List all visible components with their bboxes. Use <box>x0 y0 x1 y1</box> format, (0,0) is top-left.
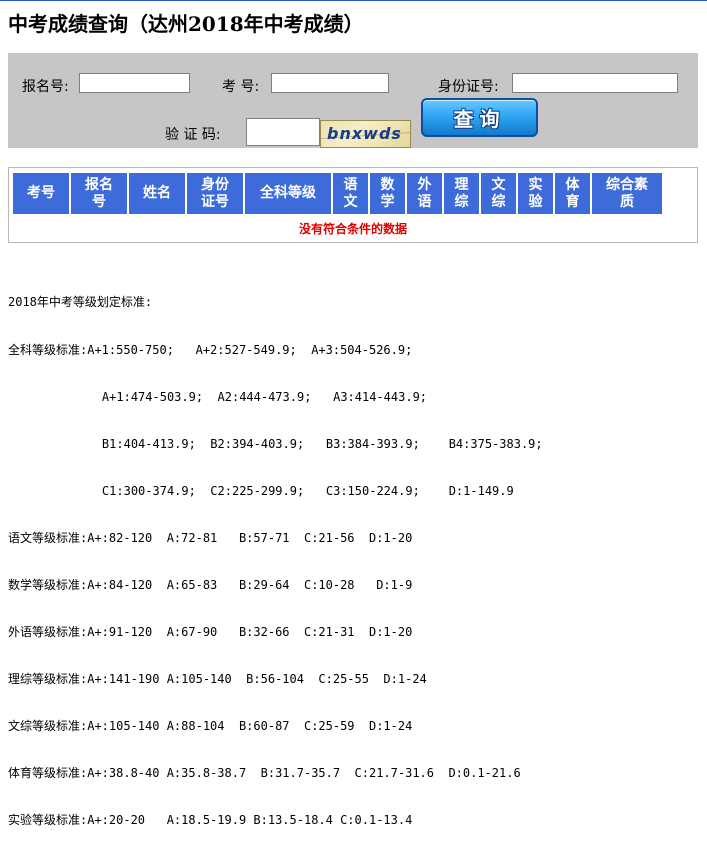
header-exam-id: 考号 <box>13 173 69 214</box>
header-label: 外语 <box>417 176 432 210</box>
standards-line: 体育等级标准:A+:38.8-40 A:35.8-38.7 B:31.7-35.… <box>8 766 521 781</box>
candidate-number-label: 考 号: <box>222 79 260 95</box>
header-math: 数学 <box>370 173 405 214</box>
header-pe: 体育 <box>555 173 590 214</box>
header-label: 体育 <box>565 176 580 210</box>
query-button-label: 查询 <box>453 107 506 131</box>
standards-line: 理综等级标准:A+:141-190 A:105-140 B:56-104 C:2… <box>8 672 427 687</box>
captcha-label: 验 证 码: <box>165 127 221 143</box>
header-chinese: 语文 <box>333 173 368 214</box>
id-number-label: 身份证号: <box>438 79 499 95</box>
header-label: 考号 <box>27 185 55 201</box>
captcha-image[interactable]: bnxwds <box>320 120 411 148</box>
candidate-number-input[interactable] <box>271 73 389 93</box>
standards-line: 文综等级标准:A+:105-140 A:88-104 B:60-87 C:25-… <box>8 719 413 734</box>
header-name: 姓名 <box>129 173 185 214</box>
standards-line: B1:404-413.9; B2:394-403.9; B3:384-393.9… <box>8 436 543 451</box>
header-comprehensive-quality: 综合素质 <box>592 173 662 214</box>
top-rule <box>0 0 707 1</box>
standards-line: A+1:474-503.9; A2:444-473.9; A3:414-443.… <box>8 389 428 404</box>
results-table: 考号 报名号 姓名 身份证号 全科等级 语文 数学 外语 理综 文综 实验 体育… <box>11 171 664 216</box>
header-label: 身份证号 <box>201 176 229 210</box>
header-overall-grade: 全科等级 <box>245 173 331 214</box>
header-label: 数学 <box>380 176 395 210</box>
no-data-message: 没有符合条件的数据 <box>298 222 407 236</box>
header-label: 语文 <box>343 176 358 210</box>
header-science: 理综 <box>444 173 479 214</box>
query-button[interactable]: 查询 <box>421 98 538 137</box>
results-header-row: 考号 报名号 姓名 身份证号 全科等级 语文 数学 外语 理综 文综 实验 体育… <box>13 173 662 214</box>
standards-line: C1:300-374.9; C2:225-299.9; C3:150-224.9… <box>8 483 514 498</box>
header-label: 报名号 <box>85 176 113 210</box>
exam-number-input[interactable] <box>79 73 190 93</box>
standards-line: 数学等级标准:A+:84-120 A:65-83 B:29-64 C:10-28… <box>8 577 413 592</box>
header-label: 综合素质 <box>606 176 648 210</box>
header-lab: 实验 <box>518 173 553 214</box>
id-number-input[interactable] <box>512 73 678 93</box>
standards-heading: 2018年中考等级划定标准: <box>8 295 153 310</box>
captcha-image-text: bnxwds <box>327 124 402 143</box>
header-label: 全科等级 <box>260 185 316 201</box>
standards-line: 外语等级标准:A+:91-120 A:67-90 B:32-66 C:21-31… <box>8 625 413 640</box>
header-id-number: 身份证号 <box>187 173 243 214</box>
captcha-input[interactable] <box>246 118 320 146</box>
standards-line: 语文等级标准:A+:82-120 A:72-81 B:57-71 C:21-56… <box>8 530 413 545</box>
header-label: 姓名 <box>143 185 171 201</box>
header-humanities: 文综 <box>481 173 516 214</box>
header-label: 文综 <box>491 176 506 210</box>
header-label: 理综 <box>454 176 469 210</box>
grading-standards: 2018年中考等级划定标准: 全科等级标准:A+1:550-750; A+2:5… <box>8 264 543 845</box>
header-registration-number: 报名号 <box>71 173 127 214</box>
standards-line: 全科等级标准:A+1:550-750; A+2:527-549.9; A+3:5… <box>8 342 413 357</box>
header-foreign-language: 外语 <box>407 173 442 214</box>
page-title: 中考成绩查询（达州2018年中考成绩） <box>8 12 364 36</box>
header-label: 实验 <box>528 176 543 210</box>
standards-line: 实验等级标准:A+:20-20 A:18.5-19.9 B:13.5-18.4 … <box>8 813 413 828</box>
exam-number-label: 报名号: <box>22 79 69 95</box>
